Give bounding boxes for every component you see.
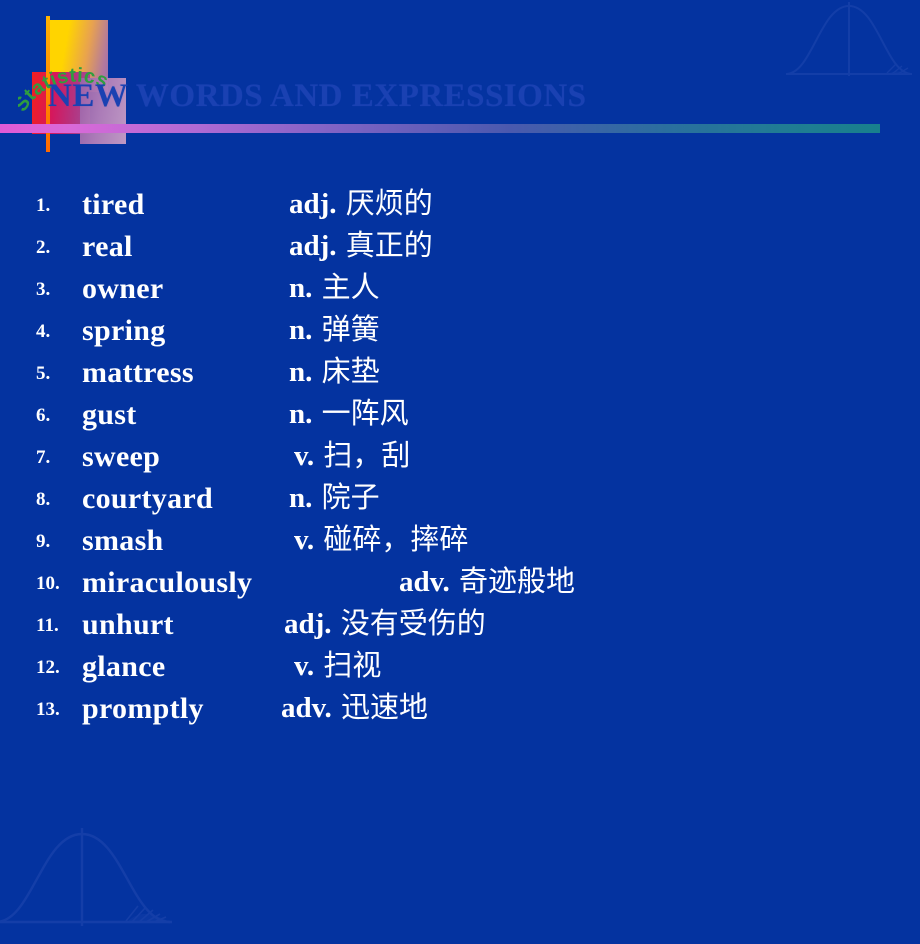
vocabulary-item-part-of-speech: v. [294,524,315,556]
vocabulary-item-definition: adv. 迅速地 [281,684,428,726]
vocabulary-item-part-of-speech: adj. [289,188,337,220]
vocabulary-row: 10. miraculously adv. 奇迹般地 [36,560,886,602]
vocabulary-item-definition: v. 扫视 [294,642,381,684]
vocabulary-row: 9. smash v. 碰碎，摔碎 [36,518,886,560]
vocabulary-item-part-of-speech: adj. [284,608,332,640]
vocabulary-item-chinese-gloss: 奇迹般地 [449,564,575,598]
vocabulary-item-term: spring [82,314,166,347]
vocabulary-row: 2. real adj. 真正的 [36,224,886,266]
vocabulary-item-chinese-gloss: 扫视 [314,648,382,682]
vocabulary-item-chinese-gloss: 厌烦的 [336,186,433,220]
slide-canvas: Statistics NEW WORDS AND EXPRESSIONS 1.t… [0,0,920,944]
vocabulary-item-term: owner [82,272,164,305]
vocabulary-item-term: smash [82,524,164,557]
vocabulary-row: 3. owner n. 主人 [36,266,886,308]
vocabulary-item-number: 7. [36,447,51,468]
vocabulary-item-number: 2. [36,237,51,258]
vocabulary-item-part-of-speech: n. [289,482,313,514]
vocabulary-item-number: 11. [36,615,59,636]
vocabulary-item-term: mattress [82,356,194,389]
vocabulary-item-definition: v. 碰碎，摔碎 [294,516,468,558]
vocabulary-item-number: 10. [36,573,60,594]
vocabulary-item-term: promptly [82,692,204,725]
vocabulary-item-term: tired [82,188,145,221]
vocabulary-item-term: miraculously [82,566,253,599]
vocabulary-list: 1. tired adj. 厌烦的 2. real adj. 真正的 3. owner n. 主… [36,182,886,728]
vocabulary-row: 1. tired adj. 厌烦的 [36,182,886,224]
vocabulary-row: 8. courtyard n. 院子 [36,476,886,518]
vocabulary-item-chinese-gloss: 碰碎，摔碎 [314,522,469,556]
vocabulary-item-number: 4. [36,321,51,342]
vocabulary-item-term: unhurt [82,608,174,641]
vocabulary-item-definition: adj. 真正的 [289,222,433,264]
vocabulary-item-definition: adj. 没有受伤的 [284,600,486,642]
vocabulary-item-part-of-speech: adv. [399,566,450,598]
vocabulary-item-chinese-gloss: 没有受伤的 [331,606,486,640]
vocabulary-item-definition: v. 扫，刮 [294,432,410,474]
vocabulary-item-definition: adv. 奇迹般地 [399,558,575,600]
vocabulary-item-chinese-gloss: 床垫 [312,354,380,388]
vocabulary-item-chinese-gloss: 主人 [312,270,380,304]
vocabulary-item-number: 12. [36,657,60,678]
vocabulary-row: 5. mattress n. 床垫 [36,350,886,392]
vocabulary-item-definition: n. 一阵风 [289,390,409,432]
vocabulary-item-chinese-gloss: 扫，刮 [314,438,411,472]
vocabulary-item-part-of-speech: adj. [289,230,337,262]
vocabulary-item-number: 6. [36,405,51,426]
vocabulary-item-chinese-gloss: 弹簧 [312,312,380,346]
vocabulary-item-definition: n. 弹簧 [289,306,380,348]
vocabulary-item-chinese-gloss: 迅速地 [331,690,428,724]
vocabulary-item-term: real [82,230,133,263]
vocabulary-item-part-of-speech: n. [289,272,313,304]
page-title: NEW WORDS AND EXPRESSIONS [48,78,587,114]
vocabulary-item-number: 13. [36,699,60,720]
vocabulary-item-number: 8. [36,489,51,510]
vocabulary-row: 7. sweep v. 扫，刮 [36,434,886,476]
vocabulary-item-definition: n. 床垫 [289,348,380,390]
vocabulary-item-number: 9. [36,531,51,552]
vocabulary-row: 12. glance v. 扫视 [36,644,886,686]
vocabulary-item-part-of-speech: v. [294,650,315,682]
vocabulary-row: 4. spring n. 弹簧 [36,308,886,350]
vocabulary-item-part-of-speech: n. [289,314,313,346]
vocabulary-row: 6. gust n. 一阵风 [36,392,886,434]
bell-curve-watermark-icon [785,2,913,76]
vocabulary-item-definition: n. 主人 [289,264,380,306]
vocabulary-item-term: sweep [82,440,161,473]
vocabulary-item-number: 1. [36,195,51,216]
vocabulary-item-term: glance [82,650,166,683]
vocabulary-item-definition: n. 院子 [289,474,380,516]
vocabulary-row: 11. unhurt adj. 没有受伤的 [36,602,886,644]
vocabulary-item-chinese-gloss: 院子 [312,480,380,514]
vocabulary-item-part-of-speech: adv. [281,692,332,724]
vocabulary-item-chinese-gloss: 真正的 [336,228,433,262]
vocabulary-item-term: courtyard [82,482,214,515]
title-divider-rule [0,124,880,133]
vocabulary-item-part-of-speech: n. [289,356,313,388]
vocabulary-item-part-of-speech: n. [289,398,313,430]
vocabulary-item-number: 5. [36,363,51,384]
vocabulary-item-term: gust [82,398,137,431]
vocabulary-item-definition: adj. 厌烦的 [289,180,433,222]
vocabulary-item-number: 3. [36,279,51,300]
bell-curve-watermark-icon [0,828,172,926]
vocabulary-item-part-of-speech: v. [294,440,315,472]
vocabulary-row: 13. promptly adv. 迅速地 [36,686,886,728]
vocabulary-item-chinese-gloss: 一阵风 [312,396,409,430]
